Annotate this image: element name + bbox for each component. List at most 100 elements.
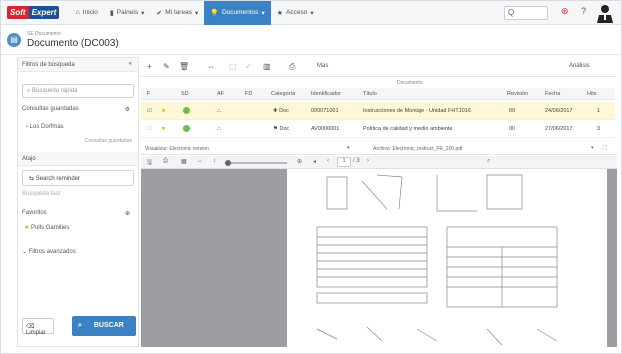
document-page bbox=[287, 169, 607, 347]
search-icon[interactable]: ⌕ bbox=[487, 158, 490, 165]
link-icon[interactable]: ⇔ bbox=[207, 62, 215, 71]
document-icon: ▤ bbox=[7, 33, 21, 47]
nav-label: Mi tareas bbox=[165, 9, 192, 16]
thumbnails-icon[interactable]: ▦ bbox=[181, 158, 187, 165]
grid-header-cell[interactable]: Hits bbox=[587, 91, 596, 97]
nav-label: Documentos bbox=[221, 9, 259, 16]
saved-query-item[interactable]: › Los Dorfmas bbox=[18, 124, 138, 130]
first-page-icon[interactable]: ◂ bbox=[313, 158, 316, 165]
saved-query-label: Los Dorfmas bbox=[29, 124, 64, 130]
saved-queries-link[interactable]: Consultas guardadas bbox=[18, 138, 138, 144]
page-header: ▤ SE Documento Documento (DC003) bbox=[1, 25, 621, 55]
grid-header-cell[interactable]: AF bbox=[217, 91, 224, 97]
row-checkbox[interactable]: ☑ bbox=[147, 108, 152, 114]
clear-button[interactable]: ⌫ Limpiar bbox=[22, 318, 54, 336]
row-checkbox[interactable]: ☐ bbox=[147, 126, 152, 132]
grid-header: F SD AF FD Categoría Identificador Títul… bbox=[141, 88, 615, 100]
favorites-title-row: Favoritos ⊕ bbox=[18, 210, 138, 217]
app-window: Soft Expert ⌂ Inicio ▮ Paineis ▾ ✔ Mi tareas ▾… bbox=[0, 0, 622, 354]
edit-icon[interactable]: ✎ bbox=[163, 62, 170, 71]
approve-icon[interactable]: ✓ bbox=[245, 62, 252, 71]
table-row[interactable]: ☑ ★ ⛬ ✚ Doc 000071001 Instrucciones de M… bbox=[141, 102, 615, 120]
chart-icon[interactable]: ▥ bbox=[263, 62, 271, 71]
viewer-toolbar: 🖫 ⎙ ▦ ↔ ↕ ⊕ ◂ ‹ 1 / 3 › ⌕ bbox=[141, 156, 617, 169]
nav-label: Paineis bbox=[116, 9, 139, 16]
date-cell: 24/06/2017 bbox=[545, 108, 573, 114]
zoom-slider-handle[interactable] bbox=[225, 160, 231, 166]
shortcut-button[interactable]: ⇆ Search reminder bbox=[22, 170, 134, 186]
bulb-icon: 💡 bbox=[210, 9, 219, 17]
advanced-filters-row[interactable]: ⌄ Filtros avanzados bbox=[18, 248, 138, 255]
star-icon: ★ bbox=[276, 9, 283, 17]
search-button[interactable]: ⌕ BUSCAR bbox=[72, 316, 136, 336]
chevron-down-icon: ⌄ bbox=[22, 249, 29, 255]
fit-width-icon[interactable]: ↔ bbox=[197, 158, 203, 164]
nav-dashboards[interactable]: ▮ Paineis ▾ bbox=[104, 1, 150, 25]
add-icon[interactable]: + bbox=[147, 62, 152, 71]
chevron-down-icon[interactable]: ▾ bbox=[591, 145, 594, 151]
grid-header-cell[interactable]: Fecha bbox=[545, 91, 560, 97]
help-icon[interactable]: ? bbox=[581, 6, 586, 16]
shortcut-icon: ⇆ bbox=[29, 176, 36, 182]
favorites-title: Favoritos bbox=[22, 210, 47, 216]
quick-search-input[interactable]: ⌕ Búsqueda rápida bbox=[22, 84, 134, 98]
chevron-down-icon[interactable]: ▾ bbox=[347, 145, 350, 151]
settings-icon[interactable]: ⚙ bbox=[125, 106, 130, 113]
viewer-info-bar: Visualizar: Electronic version ▾ Archivo… bbox=[141, 143, 617, 155]
grid-header-cell[interactable]: SD bbox=[181, 91, 189, 97]
notification-icon[interactable]: ⊛ bbox=[561, 6, 569, 17]
dashboard-icon: ▮ bbox=[109, 9, 114, 17]
category-label: Doc bbox=[279, 126, 290, 132]
add-favorite-icon[interactable]: ⊕ bbox=[125, 210, 130, 217]
page-number-input[interactable]: 1 bbox=[337, 157, 351, 167]
chevron-down-icon: ▾ bbox=[141, 9, 145, 17]
logo[interactable]: Soft Expert bbox=[1, 1, 60, 25]
fit-height-icon[interactable]: ↕ bbox=[213, 158, 216, 164]
analysis-button[interactable]: Análisis bbox=[569, 63, 590, 69]
zoom-slider[interactable] bbox=[225, 160, 287, 166]
copy-icon[interactable]: ▢ bbox=[229, 62, 237, 71]
check-icon: ✔ bbox=[156, 9, 163, 17]
grid-header-cell[interactable]: F bbox=[147, 91, 150, 97]
zoom-in-icon[interactable]: ⊕ bbox=[297, 158, 302, 165]
more-menu[interactable]: Mas bbox=[317, 63, 328, 69]
shortcut-header: Atajo bbox=[18, 152, 138, 166]
nav-access[interactable]: ★ Acceso ▾ bbox=[271, 1, 320, 25]
chevron-down-icon: ▾ bbox=[310, 9, 314, 17]
delete-icon[interactable]: 🗑 bbox=[179, 62, 189, 71]
status-dot bbox=[183, 125, 190, 132]
next-page-icon[interactable]: › bbox=[367, 158, 369, 164]
nav-home[interactable]: ⌂ Inicio bbox=[69, 1, 103, 25]
star-icon[interactable]: ★ bbox=[161, 126, 166, 132]
file-selector[interactable]: Archivo: Electronic_Instruct_FR_200.pdf bbox=[373, 146, 463, 152]
hits-cell: 3 bbox=[597, 126, 601, 132]
save-icon[interactable]: 🖫 bbox=[147, 158, 152, 168]
star-icon[interactable]: ★ bbox=[161, 108, 166, 114]
pdf-icon: ⛬ bbox=[217, 108, 221, 114]
global-search-input[interactable]: Q bbox=[504, 6, 548, 20]
grid-header-cell[interactable]: Revisión bbox=[507, 91, 528, 97]
pdf-icon: ⛬ bbox=[217, 126, 221, 132]
avatar[interactable] bbox=[595, 3, 615, 23]
search-icon: ⌕ bbox=[78, 322, 84, 329]
view-selector[interactable]: Visualizar: Electronic version bbox=[145, 146, 209, 152]
nav-label: Acceso bbox=[285, 9, 308, 16]
page-total: / 3 bbox=[353, 158, 360, 164]
grid-header-cell[interactable]: Categoría bbox=[271, 91, 295, 97]
technical-drawing bbox=[316, 174, 558, 346]
grid-header-cell[interactable]: FD bbox=[245, 91, 252, 97]
nav-documents[interactable]: 💡 Documentos ▾ bbox=[204, 1, 271, 25]
prev-page-icon[interactable]: ‹ bbox=[327, 158, 329, 164]
saved-queries-title-row: Consultas guardadas ⚙ bbox=[18, 106, 138, 113]
advanced-filters-title: Filtros avanzados bbox=[28, 249, 76, 255]
table-row[interactable]: ☐ ★ ⛬ ⚑ Doc AV0000001 Política de calida… bbox=[141, 120, 615, 138]
print-icon[interactable]: ⎙ bbox=[163, 158, 168, 165]
print-icon[interactable]: ⎙ bbox=[289, 62, 295, 72]
fullscreen-icon[interactable]: ⛶ bbox=[603, 145, 607, 151]
logo-expert: Expert bbox=[28, 6, 60, 19]
grid-header-cell[interactable]: Título bbox=[363, 91, 377, 97]
nav-my-tasks[interactable]: ✔ Mi tareas ▾ bbox=[150, 1, 204, 25]
favorite-item[interactable]: ★ Pulls Gamities bbox=[18, 224, 138, 231]
grid-header-cell[interactable]: Identificador bbox=[311, 91, 341, 97]
collapse-icon[interactable]: « bbox=[129, 61, 132, 67]
